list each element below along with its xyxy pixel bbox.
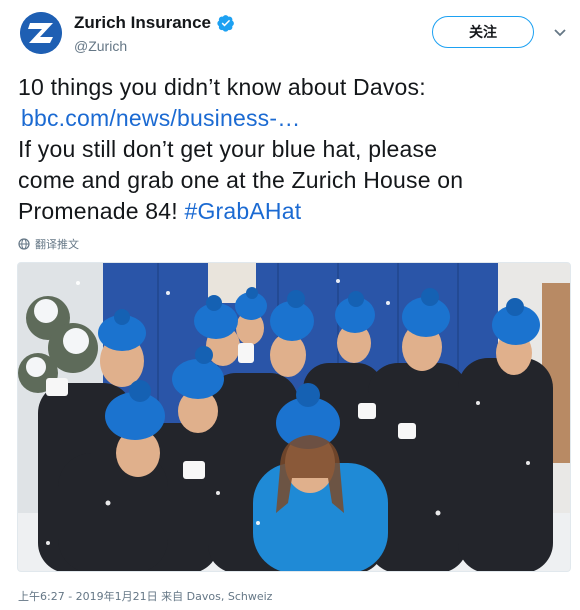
tweet-line-5: Promenade 84! #GrabAHat [18, 196, 568, 227]
tweet-location[interactable]: Davos, Schweiz [187, 590, 273, 603]
globe-icon [18, 238, 30, 250]
tweet-line-5-text: Promenade 84! [18, 198, 185, 224]
verified-badge-icon [217, 15, 234, 32]
tweet-text: 10 things you didn’t know about Davos: b… [18, 72, 568, 227]
tweet-timestamp: 上午6:27 - 2019年1月21日 来自 Davos, Schweiz [18, 588, 272, 604]
tweet-line-4: come and grab one at the Zurich House on [18, 167, 464, 193]
name-row: Zurich Insurance [74, 13, 235, 33]
display-name[interactable]: Zurich Insurance [74, 13, 211, 33]
translate-label: 翻译推文 [35, 238, 79, 251]
article-link[interactable]: bbc.com/news/business-… [18, 103, 568, 134]
tweet-date[interactable]: 2019年1月21日 [76, 590, 158, 603]
tweet-line-3: If you still don’t get your blue hat, pl… [18, 136, 438, 162]
translate-tweet[interactable]: 翻译推文 [18, 236, 79, 252]
tweet-line-1: 10 things you didn’t know about Davos: [18, 74, 426, 100]
tweet-time[interactable]: 上午6:27 [18, 590, 65, 603]
tweet-photo[interactable] [17, 262, 571, 572]
handle[interactable]: @Zurich [74, 38, 127, 54]
from-label: 来自 [157, 590, 187, 603]
tweet-header: Zurich Insurance @Zurich 关注 [0, 0, 580, 62]
hashtag-link[interactable]: #GrabAHat [184, 198, 301, 224]
group-photo-image [18, 263, 570, 571]
meta-separator: - [64, 590, 76, 603]
zurich-logo-icon [20, 12, 62, 54]
follow-button[interactable]: 关注 [432, 16, 534, 48]
zurich-logo-avatar[interactable] [20, 12, 62, 54]
chevron-down-icon[interactable] [552, 24, 568, 40]
